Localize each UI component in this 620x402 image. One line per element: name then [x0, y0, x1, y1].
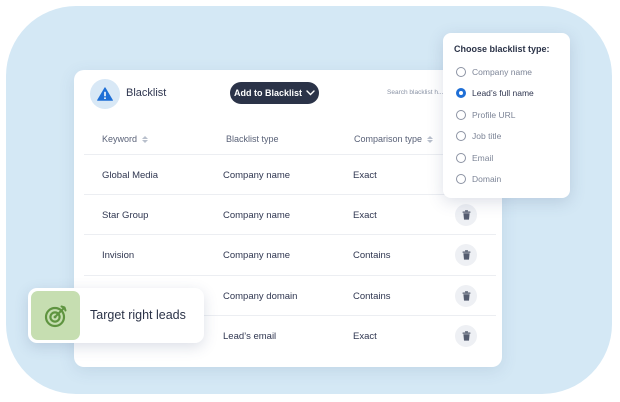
blacklist-type-cell: Company name	[223, 210, 291, 221]
table-row: Global Media Company name Exact	[84, 154, 496, 194]
table-row: Star Group Company name Exact	[84, 194, 496, 234]
sort-icon	[427, 135, 434, 143]
delete-button[interactable]	[455, 204, 477, 226]
option-label: Domain	[472, 174, 502, 184]
radio-button-selected[interactable]	[456, 88, 466, 98]
column-header-label: Blacklist type	[226, 134, 279, 144]
option-domain[interactable]: Domain	[456, 172, 501, 186]
option-label: Job title	[472, 131, 502, 141]
column-header-label: Comparison type	[354, 134, 423, 144]
option-job-title[interactable]: Job title	[456, 129, 501, 143]
keyword-cell: Star Group	[102, 210, 149, 221]
delete-button[interactable]	[455, 285, 477, 307]
badge-label: Target right leads	[90, 308, 186, 322]
trash-icon	[462, 250, 470, 260]
column-header-comparison-type[interactable]: Comparison type	[354, 134, 434, 144]
trash-icon	[462, 291, 470, 301]
comparison-cell: Contains	[353, 291, 391, 302]
warning-icon	[90, 79, 120, 109]
feature-badge: Target right leads	[28, 288, 204, 343]
comparison-cell: Exact	[353, 210, 377, 221]
chevron-down-icon	[306, 90, 315, 96]
comparison-cell: Exact	[353, 170, 377, 181]
dropdown-title: Choose blacklist type:	[454, 44, 550, 54]
column-header-label: Keyword	[102, 134, 138, 144]
blacklist-type-cell: Company domain	[223, 291, 298, 302]
option-email[interactable]: Email	[456, 151, 493, 165]
add-button-label: Add to Blacklist	[233, 88, 302, 98]
radio-button[interactable]	[456, 131, 466, 141]
column-header-keyword[interactable]: Keyword	[102, 134, 149, 144]
radio-button[interactable]	[456, 174, 466, 184]
table-row: Invision Company name Contains	[84, 234, 496, 274]
target-icon	[31, 291, 80, 340]
comparison-cell: Exact	[353, 331, 377, 342]
column-header-blacklist-type: Blacklist type	[226, 134, 279, 144]
option-label: Company name	[472, 67, 533, 77]
blacklist-type-cell: Company name	[223, 250, 291, 261]
trash-icon	[462, 331, 470, 341]
delete-button[interactable]	[455, 244, 477, 266]
add-to-blacklist-button[interactable]: Add to Blacklist	[230, 82, 319, 104]
keyword-cell: Invision	[102, 250, 135, 261]
keyword-cell: Global Media	[102, 170, 158, 181]
radio-button[interactable]	[456, 110, 466, 120]
radio-button[interactable]	[456, 153, 466, 163]
sort-icon	[142, 135, 149, 143]
option-label: Lead’s full name	[472, 88, 534, 98]
option-label: Profile URL	[472, 110, 516, 120]
comparison-cell: Contains	[353, 250, 391, 261]
radio-button[interactable]	[456, 67, 466, 77]
trash-icon	[462, 210, 470, 220]
blacklist-type-cell: Company name	[223, 170, 291, 181]
option-leads-full-name[interactable]: Lead’s full name	[456, 86, 534, 100]
option-profile-url[interactable]: Profile URL	[456, 108, 515, 122]
option-company-name[interactable]: Company name	[456, 65, 532, 79]
blacklist-type-dropdown: Choose blacklist type: Company name Lead…	[443, 33, 570, 198]
delete-button[interactable]	[455, 325, 477, 347]
option-label: Email	[472, 153, 494, 163]
page-title: Blacklist	[126, 87, 167, 99]
blacklist-type-cell: Lead’s email	[223, 331, 277, 342]
search-input[interactable]: Search blacklist h...	[387, 89, 443, 96]
